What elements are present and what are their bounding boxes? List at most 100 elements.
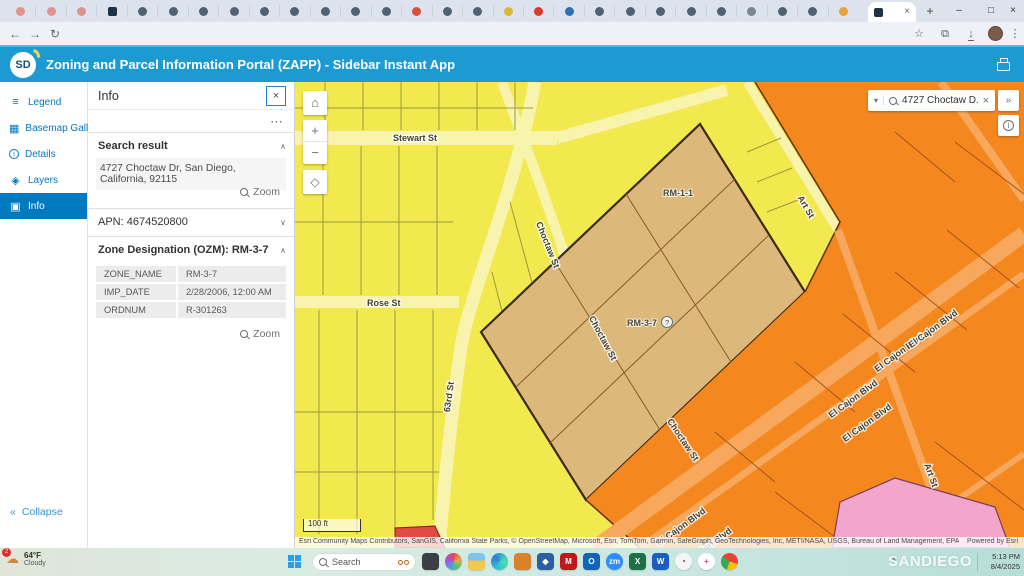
browser-tab[interactable] (188, 5, 218, 17)
map-search-value[interactable]: 4727 Choctaw D... (902, 95, 978, 106)
clear-search-icon[interactable]: × (983, 95, 989, 107)
weather-widget[interactable]: ☁2 64°F Cloudy (6, 551, 46, 567)
tab-favicon (230, 7, 239, 16)
zone-section-header[interactable]: Zone Designation (OZM): RM-3-7 ∧ (98, 244, 286, 256)
taskbar-app-mcafee[interactable]: M (560, 553, 577, 570)
browser-tab[interactable] (6, 5, 35, 17)
browser-tab[interactable] (401, 5, 431, 17)
expand-search-button[interactable]: » (998, 90, 1019, 111)
close-tab-icon[interactable]: × (904, 7, 910, 17)
browser-tab[interactable] (645, 5, 675, 17)
browser-tab[interactable] (553, 5, 583, 17)
browser-tab[interactable] (523, 5, 553, 17)
map-info-button[interactable]: i (998, 115, 1019, 136)
active-tab[interactable]: × (868, 2, 916, 22)
browser-tab[interactable] (797, 5, 827, 17)
new-tab-button[interactable]: + (922, 3, 938, 19)
browser-tab[interactable] (340, 5, 370, 17)
tab-favicon (16, 7, 25, 16)
sidebar-collapse-button[interactable]: « Collapse (10, 506, 63, 518)
browser-tab[interactable] (432, 5, 462, 17)
browser-tab[interactable] (66, 5, 96, 17)
attribute-value: R-301263 (178, 302, 286, 318)
start-button[interactable] (288, 555, 302, 569)
taskbar-app-file-explorer[interactable] (468, 553, 485, 570)
browser-tab[interactable] (767, 5, 797, 17)
attribution-text: Esri Community Maps Contributors, SanGIS… (299, 538, 959, 548)
bookmark-star-icon[interactable]: ☆ (910, 25, 928, 43)
sidebar-item-info[interactable]: ▣Info (0, 193, 87, 219)
locate-button[interactable]: ◇ (303, 170, 327, 194)
window-close-button[interactable]: × (1000, 0, 1024, 22)
reload-icon[interactable]: ↻ (46, 25, 64, 43)
search-source-dropdown-icon[interactable]: ▾ (874, 96, 884, 105)
tab-favicon (47, 7, 56, 16)
taskbar-app-laptop[interactable] (422, 553, 439, 570)
taskbar-search[interactable]: Search (312, 553, 416, 571)
browser-tab[interactable] (249, 5, 279, 17)
sidebar-item-layers[interactable]: ◈Layers (0, 167, 87, 193)
tab-favicon (839, 7, 848, 16)
browser-tab[interactable] (584, 5, 614, 17)
taskbar-clock[interactable]: 5:13 PM 8/4/2025 (991, 552, 1020, 572)
chevron-down-icon[interactable]: ∨ (280, 218, 286, 227)
map-search-box[interactable]: ▾ 4727 Choctaw D... × (868, 90, 995, 111)
browser-tab[interactable] (310, 5, 340, 17)
browser-tab[interactable] (828, 5, 858, 17)
sidebar-item-details[interactable]: iDetails (0, 141, 87, 167)
browser-tab[interactable] (614, 5, 644, 17)
taskbar-apps: ◆ MOzm XW ◔ + (422, 553, 738, 570)
apn-section-header[interactable]: APN: 4674520800 ∨ (98, 216, 286, 228)
download-icon[interactable]: ↓ (962, 25, 980, 43)
taskbar-app-edge[interactable] (491, 553, 508, 570)
forward-icon[interactable]: → (26, 25, 44, 43)
zoom-in-button[interactable]: + (303, 120, 327, 142)
map-canvas[interactable]: Stewart St Rose St 63rd St Choctaw St Ch… (295, 82, 1024, 548)
print-icon[interactable] (997, 62, 1010, 71)
taskbar-app-designer[interactable] (445, 553, 462, 570)
taskbar-app-chrome[interactable] (721, 553, 738, 570)
browser-tab[interactable] (96, 5, 126, 17)
taskbar-app-excel[interactable]: X (629, 553, 646, 570)
chevron-up-icon[interactable]: ∧ (280, 142, 286, 151)
search-result-zoom-link[interactable]: Zoom (240, 186, 280, 198)
browser-tab[interactable] (279, 5, 309, 17)
zone-zoom-link[interactable]: Zoom (240, 328, 280, 340)
browser-tab[interactable] (127, 5, 157, 17)
browser-tab[interactable] (675, 5, 705, 17)
home-button[interactable]: ⌂ (303, 91, 327, 115)
sidebar-item-basemap-gallery[interactable]: ▦Basemap Gallery (0, 115, 87, 141)
browser-tab[interactable] (35, 5, 65, 17)
profile-avatar[interactable] (988, 26, 1003, 41)
search-highlight-icon (398, 560, 409, 565)
zoning-map: Stewart St Rose St 63rd St Choctaw St Ch… (295, 82, 1024, 548)
browser-tab[interactable] (493, 5, 523, 17)
search-result-section-header[interactable]: Search result ∧ (98, 140, 286, 152)
taskbar-app-zoom[interactable]: zm (606, 553, 623, 570)
attribute-name: ZONE_NAME (96, 266, 176, 282)
tray-caret-icon[interactable]: ^ (892, 556, 896, 566)
browser-tab[interactable] (462, 5, 492, 17)
taskbar-app-dell-app[interactable]: ◆ (537, 553, 554, 570)
panel-menu-icon[interactable]: ⋯ (270, 114, 284, 130)
zoom-out-button[interactable]: − (303, 142, 327, 163)
taskbar-app-outlook[interactable]: O (583, 553, 600, 570)
chevron-up-icon[interactable]: ∧ (280, 246, 286, 255)
taskbar-app-company-portal[interactable] (514, 553, 531, 570)
browser-tab[interactable] (218, 5, 248, 17)
sidebar-item-legend[interactable]: ≡Legend (0, 89, 87, 115)
window-minimize-button[interactable]: – (946, 0, 972, 22)
browser-toolbar: ← → ↻ ⇄ sandiego.maps.arcgis.com/apps/in… (0, 22, 1024, 46)
sidebar-nav: ≡Legend▦Basemap GalleryiDetails◈Layers▣I… (0, 82, 88, 548)
browser-tab[interactable] (157, 5, 187, 17)
browser-tab[interactable] (371, 5, 401, 17)
screenshot-icon[interactable]: ⧉ (936, 25, 954, 43)
back-icon[interactable]: ← (6, 25, 24, 43)
taskbar-app-people-pink[interactable]: + (698, 553, 715, 570)
taskbar-app-word[interactable]: W (652, 553, 669, 570)
browser-tab[interactable] (706, 5, 736, 17)
panel-close-button[interactable]: × (266, 86, 286, 106)
browser-tab[interactable] (736, 5, 766, 17)
browser-menu-icon[interactable]: ⋮ (1006, 25, 1024, 43)
taskbar-app-clock-widget[interactable]: ◔ (675, 553, 692, 570)
